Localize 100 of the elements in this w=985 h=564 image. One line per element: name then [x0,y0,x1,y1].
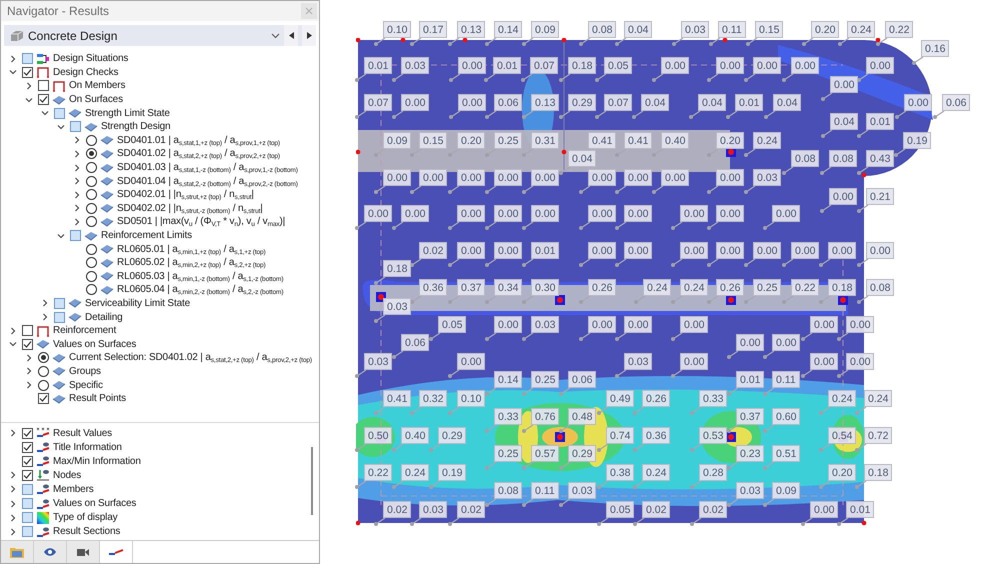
module-dropdown[interactable]: Concrete Design [4,25,316,46]
result-value-label: 0.00 [531,205,560,222]
checkbox[interactable] [22,428,33,439]
chevron-down-icon[interactable] [9,68,17,76]
radio-button[interactable] [86,270,97,282]
chevron-right-icon[interactable] [25,354,33,362]
chevron-right-icon[interactable] [73,177,81,186]
tree-item[interactable]: SD0402.02 | |n$_{s,strut,-z (bottom)}$ / n$_{s,strut}$| [117,202,263,214]
checkbox[interactable] [22,470,33,481]
checkbox[interactable] [22,456,33,467]
checkbox[interactable] [22,442,33,453]
leader-line [409,147,423,157]
scrollbar-thumb[interactable] [311,447,313,515]
tree-item[interactable]: Type of display [53,512,118,524]
checkbox[interactable] [22,338,33,350]
chevron-right-icon[interactable] [73,218,81,226]
tree-item[interactable]: On Members [69,80,126,92]
chevron-right-icon[interactable] [25,367,33,376]
radio-button[interactable] [38,366,49,377]
tree-item[interactable]: Design Situations [53,53,128,64]
radio-button[interactable] [86,202,97,214]
tree-item[interactable]: SD0402.01 | |n$_{s,strut,+z (top)}$ / n$_{s,strut}$| [117,189,254,200]
leader-line [670,220,684,230]
chevron-right-icon[interactable] [9,326,17,335]
tree-item[interactable]: Members [53,484,94,495]
previous-button[interactable] [284,25,298,46]
chevron-right-icon[interactable] [25,82,33,90]
chevron-right-icon[interactable] [41,299,49,308]
tree-item[interactable]: SD0501 | |max(v$_{u}$ / (Φ$_{V,T}$ * v$_{n}$), v$_{u}$ / v$_{max}$)| [117,216,286,228]
tree-item[interactable]: Title Information [53,442,122,453]
radio-button[interactable] [86,257,97,268]
checkbox[interactable] [22,66,33,78]
result-value-label: 0.76 [531,408,560,425]
radio-button[interactable] [86,189,97,200]
chevron-right-icon[interactable] [9,500,17,508]
chevron-down-icon[interactable] [9,340,17,348]
radio-button[interactable] [86,244,97,255]
radio-button[interactable] [38,380,49,391]
tree-item[interactable]: Nodes [53,470,82,481]
tree-item[interactable]: SD0401.01 | a$_{s,stat,1,+z (top)}$ / a$_{s,prov,1,+z (top)}$ [117,134,280,146]
tree-item[interactable]: Reinforcement [53,325,116,336]
tree-item[interactable]: SD0401.03 | a$_{s,stat,1,-z (bottom)}$ / a$_{s,prov,1,-z (bottom)}$ [117,162,298,174]
tree-item[interactable]: Serviceability Limit State [85,298,190,309]
chevron-down-icon[interactable] [57,232,65,240]
tree-item[interactable]: Groups [69,366,101,377]
checkbox[interactable] [38,80,49,92]
panel-tab[interactable] [34,541,67,563]
tree-item[interactable]: Design Checks [53,66,118,78]
panel-tab[interactable] [1,541,34,563]
chevron-right-icon[interactable] [73,190,81,199]
radio-button[interactable] [86,176,97,187]
chevron-right-icon[interactable] [9,54,17,63]
chevron-right-icon[interactable] [73,136,81,144]
radio-button[interactable] [86,216,97,228]
tree-item[interactable]: RL0605.04 | a$_{s,min,2,-z (bottom)}$ / a$_{s,2,-z (bottom)}$ [117,284,284,296]
tree-item[interactable]: Specific [69,380,103,391]
radio-button[interactable] [86,134,97,146]
chevron-right-icon[interactable] [73,164,81,172]
leader-line [632,405,646,415]
chevron-right-icon[interactable] [9,485,17,494]
chevron-right-icon[interactable] [73,204,81,212]
tree-item[interactable]: RL0605.03 | a$_{s,min,1,-z (bottom)}$ / a$_{s,1,-z (bottom)}$ [117,270,284,282]
tree-item[interactable]: SD0401.04 | a$_{s,stat,2,-z (bottom)}$ / a$_{s,prov,2,-z (bottom)}$ [117,176,298,187]
tree-item[interactable]: Current Selection: SD0401.02 | a$_{s,stat,2,+z (top)}$ / a$_{s,prov,2,+z (top)}$ [69,352,312,364]
radio-button[interactable] [86,162,97,174]
tree-item[interactable]: Reinforcement Limits [101,230,192,242]
checkbox[interactable] [38,94,49,106]
radio-button[interactable] [38,352,49,364]
radio-button[interactable] [86,148,97,160]
chevron-right-icon[interactable] [73,150,81,158]
tree-item[interactable]: RL0605.01 | a$_{s,min,1,+z (top)}$ / a$_{s,1,+z (top)}$ [117,244,266,255]
chevron-right-icon[interactable] [9,514,17,522]
tree-item[interactable]: Values on Surfaces [53,498,136,510]
chevron-down-icon[interactable] [57,122,65,131]
tree-item[interactable]: Strength Limit State [85,108,170,119]
tree-item[interactable]: Strength Design [101,121,170,132]
chevron-right-icon[interactable] [41,313,49,322]
panel-tab[interactable] [67,541,100,563]
checkbox[interactable] [38,393,49,404]
chevron-down-icon[interactable] [41,109,49,118]
tree-item[interactable]: Result Sections [53,526,120,538]
tree-item[interactable]: Max/Min Information [53,456,141,467]
chevron-down-icon[interactable] [25,96,33,104]
chevron-right-icon[interactable] [9,528,17,536]
result-value-label: 0.00 [716,169,744,186]
checkbox[interactable] [22,325,33,336]
radio-button[interactable] [86,284,97,296]
tree-item[interactable]: Result Points [69,393,126,404]
tree-item[interactable]: On Surfaces [69,94,123,106]
tree-item[interactable]: Detailing [85,312,123,323]
tree-item[interactable]: SD0401.02 | a$_{s,stat,2,+z (top)}$ / a$_{s,prov,2,+z (top)}$ [117,148,280,160]
chevron-right-icon[interactable] [9,471,17,480]
chevron-right-icon[interactable] [9,429,17,438]
leader-line [447,36,461,46]
tree-item[interactable]: RL0605.02 | a$_{s,min,2,+z (top)}$ / a$_{s,2,+z (top)}$ [117,257,266,268]
leader-line [614,368,628,378]
chevron-right-icon[interactable] [25,381,33,390]
next-button[interactable] [302,25,316,46]
tree-item[interactable]: Values on Surfaces [53,338,136,350]
tree-item[interactable]: Result Values [53,428,112,439]
